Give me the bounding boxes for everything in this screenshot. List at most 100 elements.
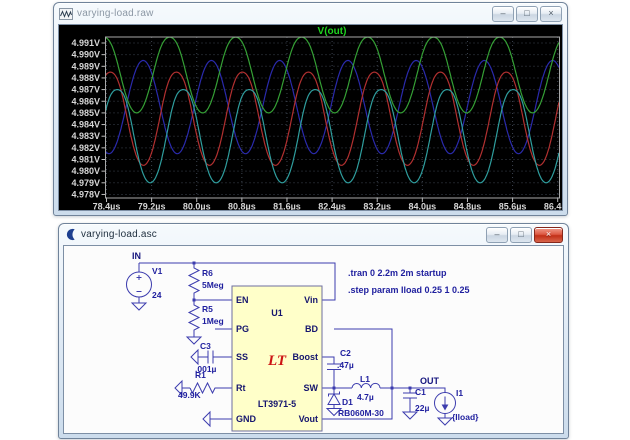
svg-text:Vout: Vout [299, 414, 318, 424]
svg-text:83.2µs: 83.2µs [363, 202, 391, 211]
svg-text:49.9K: 49.9K [178, 390, 202, 400]
svg-text:R5: R5 [202, 304, 213, 314]
svg-text:RB060M-30: RB060M-30 [338, 408, 384, 418]
schematic-canvas[interactable]: V1 24 IN R6 5Meg R5 1Meg [64, 246, 563, 433]
svg-text:C3: C3 [200, 341, 211, 351]
resistor-R1[interactable]: R1 49.9K [175, 370, 218, 400]
svg-text:4.988V: 4.988V [71, 73, 100, 83]
directive-tran[interactable]: .tran 0 2.2m 2m startup [348, 268, 447, 278]
waveform-window-title: varying-load.raw [77, 8, 154, 19]
svg-text:86.4µs: 86.4µs [544, 202, 562, 211]
voltage-source-V1[interactable]: V1 24 [127, 263, 163, 310]
svg-text:SS: SS [236, 352, 248, 362]
waveform-doc-icon [59, 8, 73, 20]
ltspice-logo-icon [64, 228, 77, 241]
inductor-L1[interactable]: L1 4.7µ [352, 374, 380, 402]
net-label-in[interactable]: IN [132, 251, 141, 261]
trace-Iload=0.75A [105, 72, 559, 165]
svg-text:EN: EN [236, 295, 249, 305]
maximize-button[interactable]: □ [510, 227, 532, 243]
close-button[interactable]: × [540, 6, 562, 22]
svg-text:22µ: 22µ [415, 403, 429, 413]
svg-text:{Iload}: {Iload} [452, 412, 479, 422]
svg-text:.47µ: .47µ [337, 360, 354, 370]
svg-text:84.0µs: 84.0µs [408, 202, 436, 211]
ic-U1-LT3971-5[interactable]: EN PG SS Rt GND Vin BD Boost SW Vout U1 … [232, 286, 322, 431]
lt-logo: LT [267, 353, 287, 369]
maximize-button[interactable]: □ [516, 6, 538, 22]
svg-text:4.987V: 4.987V [71, 85, 100, 95]
svg-text:Vin: Vin [304, 295, 318, 305]
svg-text:4.982V: 4.982V [71, 143, 100, 153]
plot-trace-title[interactable]: V(out) [318, 26, 347, 37]
ic-refdes: U1 [271, 308, 283, 318]
plot-grid [106, 37, 560, 198]
svg-text:81.6µs: 81.6µs [273, 202, 301, 211]
svg-text:80.0µs: 80.0µs [183, 202, 211, 211]
svg-text:4.7µ: 4.7µ [357, 392, 374, 402]
svg-text:C1: C1 [415, 387, 426, 397]
schematic-window-title: varying-load.asc [81, 229, 157, 240]
svg-text:4.980V: 4.980V [71, 166, 100, 176]
svg-text:4.989V: 4.989V [71, 61, 100, 71]
svg-text:D1: D1 [342, 397, 353, 407]
svg-text:PG: PG [236, 324, 249, 334]
net-label-out[interactable]: OUT [420, 376, 440, 386]
svg-text:L1: L1 [360, 374, 370, 384]
ground-symbol [132, 303, 146, 310]
ground-symbol [191, 350, 198, 364]
svg-text:1Meg: 1Meg [202, 316, 224, 326]
svg-text:4.986V: 4.986V [71, 96, 100, 106]
svg-text:78.4µs: 78.4µs [93, 202, 121, 211]
svg-text:80.8µs: 80.8µs [228, 202, 256, 211]
current-source-I1[interactable]: I1 {Iload} [435, 388, 480, 425]
ground-symbol [438, 418, 452, 425]
diode-D1[interactable]: D1 RB060M-30 [327, 392, 384, 419]
svg-text:C2: C2 [340, 348, 351, 358]
schematic-canvas-area: V1 24 IN R6 5Meg R5 1Meg [63, 245, 564, 434]
capacitor-C2[interactable]: C2 .47µ [327, 348, 354, 370]
capacitor-C1[interactable]: C1 22µ [403, 387, 429, 419]
svg-text:4.991V: 4.991V [71, 38, 100, 48]
svg-text:82.4µs: 82.4µs [318, 202, 346, 211]
svg-text:SW: SW [304, 383, 319, 393]
close-button[interactable]: × [534, 227, 563, 243]
svg-text:Boost: Boost [293, 352, 319, 362]
svg-text:GND: GND [236, 414, 257, 424]
minimize-button[interactable]: – [486, 227, 508, 243]
svg-text:4.984V: 4.984V [71, 120, 100, 130]
svg-text:Rt: Rt [236, 383, 246, 393]
svg-text:4.983V: 4.983V [71, 131, 100, 141]
svg-text:V1: V1 [152, 266, 163, 276]
svg-text:BD: BD [305, 324, 318, 334]
directive-step[interactable]: .step param Iload 0.25 1 0.25 [348, 285, 470, 295]
waveform-plot-area: V(out) 4.991V4.990V4.989V4.988V4.987V4.9… [58, 24, 563, 211]
ground-symbol [403, 412, 417, 419]
ground-symbol [187, 337, 201, 344]
svg-text:4.985V: 4.985V [71, 108, 100, 118]
svg-text:4.978V: 4.978V [71, 189, 100, 199]
ground-symbol [203, 412, 210, 426]
svg-text:24: 24 [152, 290, 162, 300]
svg-text:84.8µs: 84.8µs [454, 202, 482, 211]
svg-text:R6: R6 [202, 268, 213, 278]
ic-partnumber: LT3971-5 [258, 399, 296, 409]
svg-text:4.990V: 4.990V [71, 50, 100, 60]
resistor-R5[interactable]: R5 1Meg [187, 300, 224, 344]
ltspice-workspace: varying-load.raw – □ × V(out) 4.991V 4.99… [0, 0, 630, 440]
svg-text:4.981V: 4.981V [71, 155, 100, 165]
svg-text:R1: R1 [195, 370, 206, 380]
schematic-window-controls: – □ × [486, 227, 563, 243]
svg-text:I1: I1 [456, 388, 463, 398]
waveform-window-titlebar[interactable]: varying-load.raw – □ × [54, 3, 567, 24]
svg-text:5Meg: 5Meg [202, 280, 224, 290]
resistor-R6[interactable]: R6 5Meg [189, 263, 224, 300]
svg-text:85.6µs: 85.6µs [499, 202, 527, 211]
minimize-button[interactable]: – [492, 6, 514, 22]
svg-text:4.979V: 4.979V [71, 178, 100, 188]
schematic-window: varying-load.asc – □ × [58, 223, 569, 439]
schematic-window-titlebar[interactable]: varying-load.asc – □ × [59, 224, 568, 245]
waveform-plot-canvas[interactable]: V(out) 4.991V4.990V4.989V4.988V4.987V4.9… [59, 25, 562, 210]
waveform-window-controls: – □ × [492, 6, 562, 22]
svg-text:79.2µs: 79.2µs [138, 202, 166, 211]
